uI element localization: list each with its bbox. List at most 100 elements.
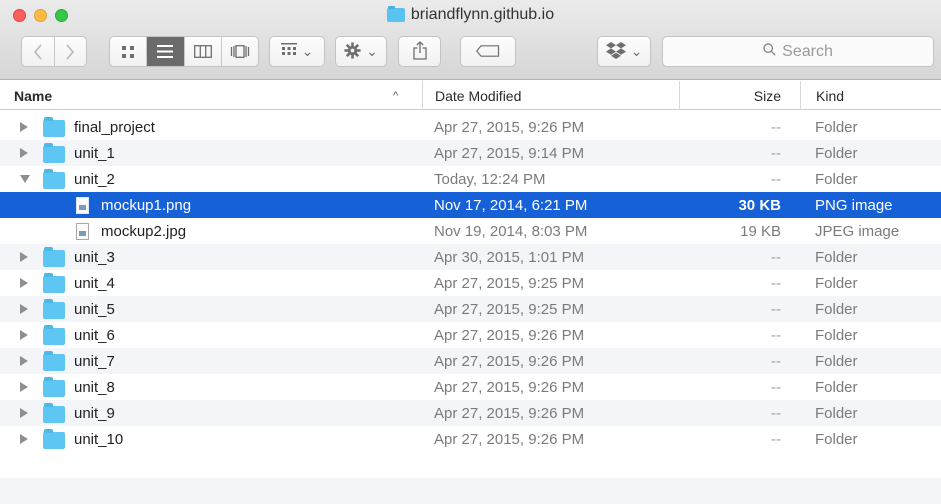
column-header-bar: Name ^ Date Modified Size Kind [0, 81, 941, 110]
share-icon [412, 40, 427, 63]
column-header-name[interactable]: Name [14, 81, 410, 110]
file-date-modified: Apr 27, 2015, 9:25 PM [434, 274, 585, 292]
folder-row[interactable]: unit_7 Apr 27, 2015, 9:26 PM -- Folder [0, 348, 941, 374]
disclosure-expanded-icon[interactable] [20, 166, 32, 192]
action-button[interactable]: ⌄ [335, 36, 387, 67]
file-size: 19 KB [740, 222, 781, 240]
share-button[interactable] [398, 36, 441, 67]
file-name: mockup2.jpg [101, 222, 187, 240]
chevron-right-icon[interactable] [55, 37, 87, 66]
file-kind: Folder [815, 248, 858, 266]
empty-row-stripe [0, 478, 941, 504]
disclosure-collapsed-icon[interactable] [20, 322, 32, 348]
folder-icon [43, 244, 65, 270]
sort-ascending-icon[interactable]: ^ [393, 81, 407, 110]
column-header-date-modified[interactable]: Date Modified [422, 81, 678, 110]
tag-icon [476, 44, 500, 60]
file-size: -- [771, 300, 781, 318]
file-row[interactable]: mockup1.png Nov 17, 2014, 6:21 PM 30 KB PNG… [0, 192, 941, 218]
folder-row[interactable]: unit_9 Apr 27, 2015, 9:26 PM -- Folder [0, 400, 941, 426]
folder-icon [43, 348, 65, 374]
chevron-down-icon: ⌄ [366, 43, 378, 59]
file-name: unit_9 [74, 404, 115, 422]
file-kind: Folder [815, 274, 858, 292]
chevron-down-icon: ⌄ [301, 43, 314, 59]
folder-icon [43, 114, 65, 140]
disclosure-collapsed-icon[interactable] [20, 348, 32, 374]
folder-icon [43, 140, 65, 166]
file-date-modified: Apr 27, 2015, 9:25 PM [434, 300, 585, 318]
folder-row[interactable]: final_project Apr 27, 2015, 9:26 PM -- Fold… [0, 114, 941, 140]
disclosure-collapsed-icon[interactable] [20, 244, 32, 270]
folder-icon [43, 270, 65, 296]
disclosure-collapsed-icon[interactable] [20, 296, 32, 322]
folder-icon [43, 166, 65, 192]
disclosure-collapsed-icon[interactable] [20, 270, 32, 296]
finder-toolbar: briandflynn.github.io ⌄ ⌄ ⌄ Search [0, 0, 941, 80]
file-kind: Folder [815, 170, 858, 188]
file-date-modified: Apr 27, 2015, 9:14 PM [434, 144, 585, 162]
file-name: unit_8 [74, 378, 115, 396]
file-kind: Folder [815, 300, 858, 318]
cover-flow-icon[interactable] [222, 37, 258, 66]
file-date-modified: Apr 27, 2015, 9:26 PM [434, 118, 585, 136]
file-name: unit_5 [74, 300, 115, 318]
disclosure-collapsed-icon[interactable] [20, 426, 32, 452]
disclosure-collapsed-icon[interactable] [20, 374, 32, 400]
file-name: unit_6 [74, 326, 115, 344]
chevron-left-icon[interactable] [22, 37, 55, 66]
folder-row[interactable]: unit_10 Apr 27, 2015, 9:26 PM -- Folder [0, 426, 941, 452]
folder-row[interactable]: unit_3 Apr 30, 2015, 1:01 PM -- Folder [0, 244, 941, 270]
file-kind: Folder [815, 144, 858, 162]
file-size: -- [771, 118, 781, 136]
icon-view-icon[interactable] [110, 37, 148, 66]
file-size: -- [771, 326, 781, 344]
dropbox-button[interactable]: ⌄ [597, 36, 651, 67]
back-forward-group [21, 36, 87, 67]
search-field[interactable]: Search [662, 36, 934, 67]
folder-icon [43, 374, 65, 400]
folder-row[interactable]: unit_8 Apr 27, 2015, 9:26 PM -- Folder [0, 374, 941, 400]
disclosure-collapsed-icon[interactable] [20, 114, 32, 140]
window-title-text: briandflynn.github.io [410, 6, 555, 23]
search-icon [763, 42, 776, 61]
disclosure-collapsed-icon[interactable] [20, 400, 32, 426]
file-name: final_project [74, 118, 155, 136]
column-view-icon[interactable] [185, 37, 222, 66]
file-name: unit_7 [74, 352, 115, 370]
image-file-icon [76, 218, 98, 244]
folder-icon [43, 296, 65, 322]
folder-icon [43, 322, 65, 348]
file-size: -- [771, 170, 781, 188]
view-mode-group [109, 36, 259, 67]
file-kind: PNG image [815, 196, 893, 214]
file-date-modified: Apr 30, 2015, 1:01 PM [434, 248, 585, 266]
file-size: 30 KB [738, 196, 781, 214]
folder-row[interactable]: unit_2 Today, 12:24 PM -- Folder [0, 166, 941, 192]
arrange-button[interactable]: ⌄ [269, 36, 325, 67]
column-header-size[interactable]: Size [679, 81, 799, 110]
file-kind: Folder [815, 118, 858, 136]
folder-row[interactable]: unit_5 Apr 27, 2015, 9:25 PM -- Folder [0, 296, 941, 322]
disclosure-collapsed-icon[interactable] [20, 140, 32, 166]
file-size: -- [771, 378, 781, 396]
folder-icon [386, 6, 405, 22]
file-date-modified: Apr 27, 2015, 9:26 PM [434, 352, 585, 370]
file-kind: Folder [815, 430, 858, 448]
file-row[interactable]: mockup2.jpg Nov 19, 2014, 8:03 PM 19 KB JPE… [0, 218, 941, 244]
file-name: unit_2 [74, 170, 115, 188]
file-date-modified: Apr 27, 2015, 9:26 PM [434, 326, 585, 344]
file-date-modified: Apr 27, 2015, 9:26 PM [434, 430, 585, 448]
window-title: briandflynn.github.io [0, 6, 941, 24]
file-size: -- [771, 144, 781, 162]
column-header-kind[interactable]: Kind [800, 81, 941, 110]
file-date-modified: Apr 27, 2015, 9:26 PM [434, 378, 585, 396]
folder-row[interactable]: unit_1 Apr 27, 2015, 9:14 PM -- Folder [0, 140, 941, 166]
list-view-icon[interactable] [147, 37, 185, 66]
file-list: final_project Apr 27, 2015, 9:26 PM -- Fold… [0, 114, 941, 452]
folder-row[interactable]: unit_6 Apr 27, 2015, 9:26 PM -- Folder [0, 322, 941, 348]
file-size: -- [771, 352, 781, 370]
folder-row[interactable]: unit_4 Apr 27, 2015, 9:25 PM -- Folder [0, 270, 941, 296]
tag-button[interactable] [460, 36, 516, 67]
file-date-modified: Today, 12:24 PM [434, 170, 546, 188]
